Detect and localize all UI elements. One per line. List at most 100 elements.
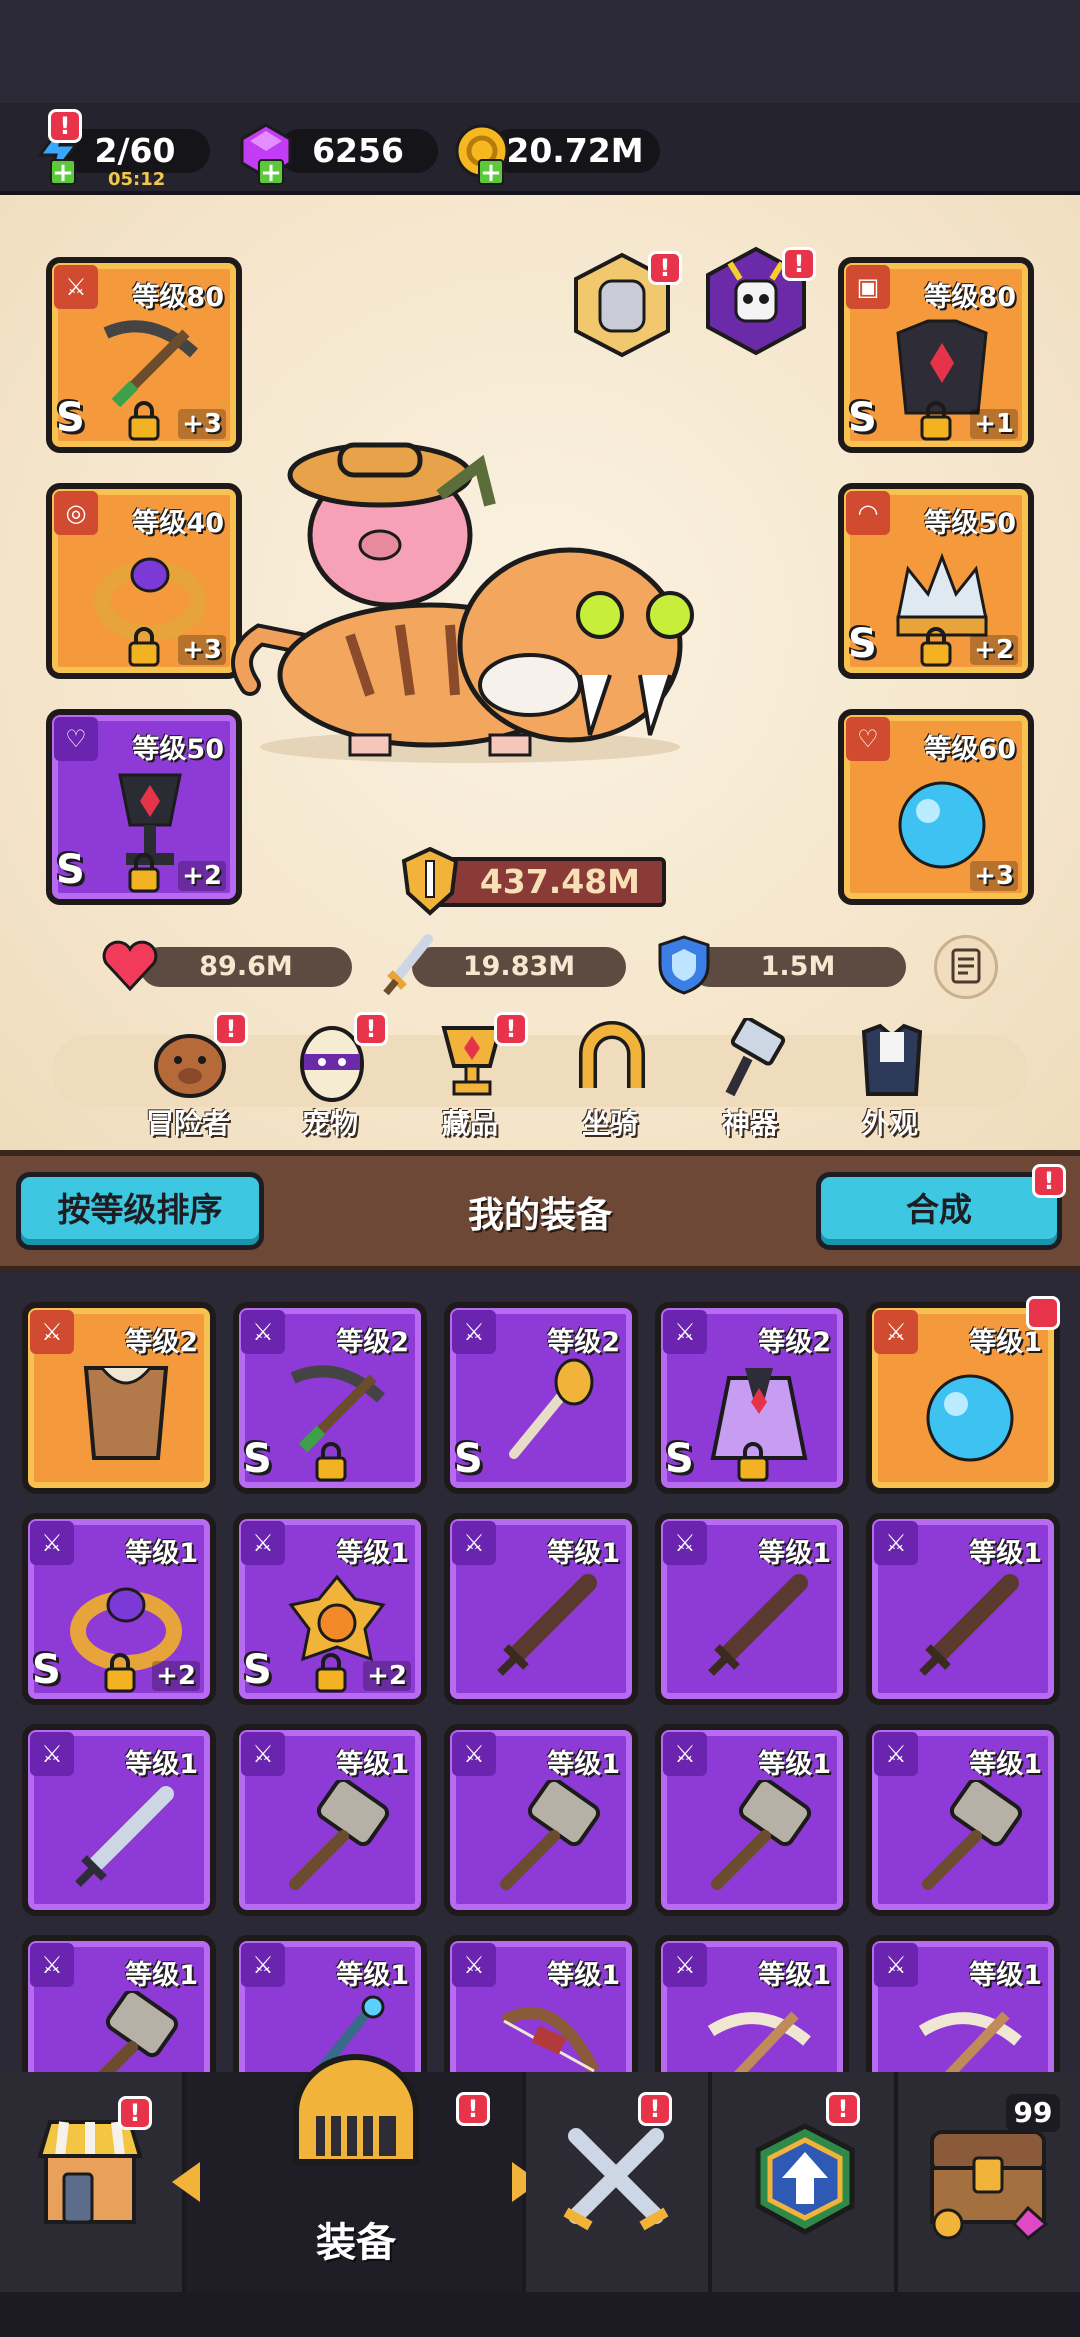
item-type-icon: ⚔: [663, 1310, 707, 1354]
hammer-icon: [922, 1780, 1023, 1890]
resource-bar: 2/60 + ! 05:12 6256 + 20.72M +: [0, 103, 1080, 195]
item-type-icon: ⚔: [241, 1732, 285, 1776]
inventory-item[interactable]: ⚔ 等级2 S: [444, 1302, 638, 1494]
item-type-icon: ⚔: [241, 1521, 285, 1565]
item-plus: +2: [363, 1661, 411, 1691]
category-appearance[interactable]: 外观: [830, 1010, 950, 1140]
category-label: 藏品: [441, 1107, 498, 1140]
slot-plus: +2: [178, 861, 226, 891]
category-pet[interactable]: 宠物 !: [270, 1010, 390, 1140]
arrow-left-icon: [172, 2162, 200, 2202]
item-type-icon: ⚔: [452, 1521, 496, 1565]
item-type-icon: ⚔: [663, 1943, 707, 1987]
energy-add-icon[interactable]: +: [50, 159, 76, 186]
inventory-item[interactable]: ⚔ 等级1: [655, 1724, 849, 1916]
equip-slot-armor[interactable]: ▣ 等级80 S +1: [838, 257, 1034, 453]
inventory-item[interactable]: ⚔ 等级1: [866, 1724, 1060, 1916]
crossed-swords-icon: [563, 2128, 669, 2231]
inventory-item[interactable]: ⚔ 等级1: [866, 1513, 1060, 1705]
shield-icon: [658, 935, 710, 995]
inventory-item[interactable]: ⚔ 等级1: [444, 1724, 638, 1916]
slot-level: 等级60: [924, 734, 1016, 765]
inventory-item[interactable]: ⚔ 等级2 S: [233, 1302, 427, 1494]
equipment-alert-badge: !: [456, 2092, 490, 2126]
knight-costume-button[interactable]: !: [568, 251, 682, 359]
equip-slot-ring[interactable]: ◎ 等级40 +3: [46, 483, 242, 679]
stats-detail-button[interactable]: [934, 935, 998, 999]
category-adventurer[interactable]: 冒险者 !: [128, 1010, 248, 1140]
inventory-item[interactable]: ⚔ 等级1 S +2: [22, 1513, 216, 1705]
hammer-icon: [725, 1018, 786, 1097]
item-level: 等级2: [125, 1327, 198, 1358]
inventory-item[interactable]: ⚔ 等级2: [22, 1302, 216, 1494]
hp-value: 89.6M: [199, 951, 293, 982]
tab-equipment-label: 装备: [316, 2220, 396, 2266]
category-label: 神器: [721, 1107, 778, 1140]
category-label: 外观: [861, 1107, 918, 1140]
slot-grade: S: [848, 621, 877, 667]
item-grade: S: [665, 1436, 694, 1482]
item-level: 等级1: [547, 1538, 620, 1569]
merge-button[interactable]: 合成: [816, 1172, 1062, 1250]
ring-type-icon: ◎: [54, 491, 98, 535]
power-value: 437.48M: [430, 857, 666, 907]
inventory-item[interactable]: ⚔ 等级1: [655, 1513, 849, 1705]
category-collection[interactable]: 藏品 !: [410, 1010, 530, 1140]
item-level: 等级1: [336, 1960, 409, 1991]
inventory-item[interactable]: ⚔ 等级1: [22, 1724, 216, 1916]
item-grade: S: [32, 1647, 61, 1693]
item-type-icon: ⚔: [874, 1943, 918, 1987]
equip-slot-necklace[interactable]: ♡ 等级60 +3: [838, 709, 1034, 905]
pet-alert-badge: !: [354, 1012, 388, 1046]
slot-plus: +2: [970, 635, 1018, 665]
item-level: 等级1: [125, 1960, 198, 1991]
category-label: 冒险者: [145, 1107, 230, 1140]
tab-battle[interactable]: !: [526, 2072, 712, 2292]
reaper-costume-button[interactable]: !: [700, 245, 816, 357]
lock-icon: [315, 1442, 347, 1482]
adventurer-alert-badge: !: [214, 1012, 248, 1046]
upgrade-icon: [755, 2123, 855, 2235]
coins-add-icon[interactable]: +: [478, 159, 504, 186]
power-sword-icon: [401, 847, 459, 916]
collection-alert-badge: !: [494, 1012, 528, 1046]
upgrade-alert-badge: !: [826, 2092, 860, 2126]
item-type-icon: ⚔: [241, 1310, 285, 1354]
tab-upgrade[interactable]: !: [712, 2072, 898, 2292]
gems-add-icon[interactable]: +: [258, 159, 284, 186]
sword-icon: [708, 1574, 808, 1676]
attack-value: 19.83M: [462, 951, 576, 982]
helmet-icon: [293, 2054, 419, 2165]
inventory-item[interactable]: ⚔ 等级1: [866, 1302, 1060, 1494]
potion-icon: [898, 781, 986, 869]
tab-equipment[interactable]: ! 装备: [172, 2054, 540, 2292]
equip-slot-helmet[interactable]: ◠ 等级50 S +2: [838, 483, 1034, 679]
helmet-type-icon: ◠: [846, 491, 890, 535]
category-artifact[interactable]: 神器: [690, 1010, 810, 1140]
lock-icon: [920, 627, 952, 667]
inventory-item[interactable]: ⚔ 等级1 S +2: [233, 1513, 427, 1705]
hammer-icon: [711, 1780, 812, 1890]
list-icon: [951, 948, 981, 984]
item-type-icon: ⚔: [663, 1732, 707, 1776]
tab-shop[interactable]: !: [0, 2072, 186, 2292]
sort-by-level-button[interactable]: 按等级排序: [16, 1172, 264, 1250]
inventory-item[interactable]: ⚔ 等级1: [444, 1513, 638, 1705]
gems-pill[interactable]: 6256: [278, 129, 438, 173]
steel-sword-icon: [75, 1786, 174, 1887]
lock-icon: [128, 401, 160, 441]
slot-grade: S: [848, 395, 877, 441]
equip-slot-weapon[interactable]: ⚔ 等级80 S +3: [46, 257, 242, 453]
slot-plus: +3: [970, 861, 1018, 891]
item-grade: S: [243, 1436, 272, 1482]
coins-pill[interactable]: 20.72M: [490, 129, 660, 173]
category-mount[interactable]: 坐骑: [550, 1010, 670, 1140]
necklace-type-icon: ♡: [846, 717, 890, 761]
tab-chest[interactable]: 99: [898, 2072, 1080, 2292]
shop-alert-badge: !: [118, 2096, 152, 2130]
inventory-item[interactable]: ⚔ 等级2 S: [655, 1302, 849, 1494]
energy-alert-badge: !: [48, 109, 82, 143]
equip-slot-amulet[interactable]: ♡ 等级50 S +2: [46, 709, 242, 905]
hp-stat: 89.6M: [140, 947, 352, 987]
inventory-item[interactable]: ⚔ 等级1: [233, 1724, 427, 1916]
